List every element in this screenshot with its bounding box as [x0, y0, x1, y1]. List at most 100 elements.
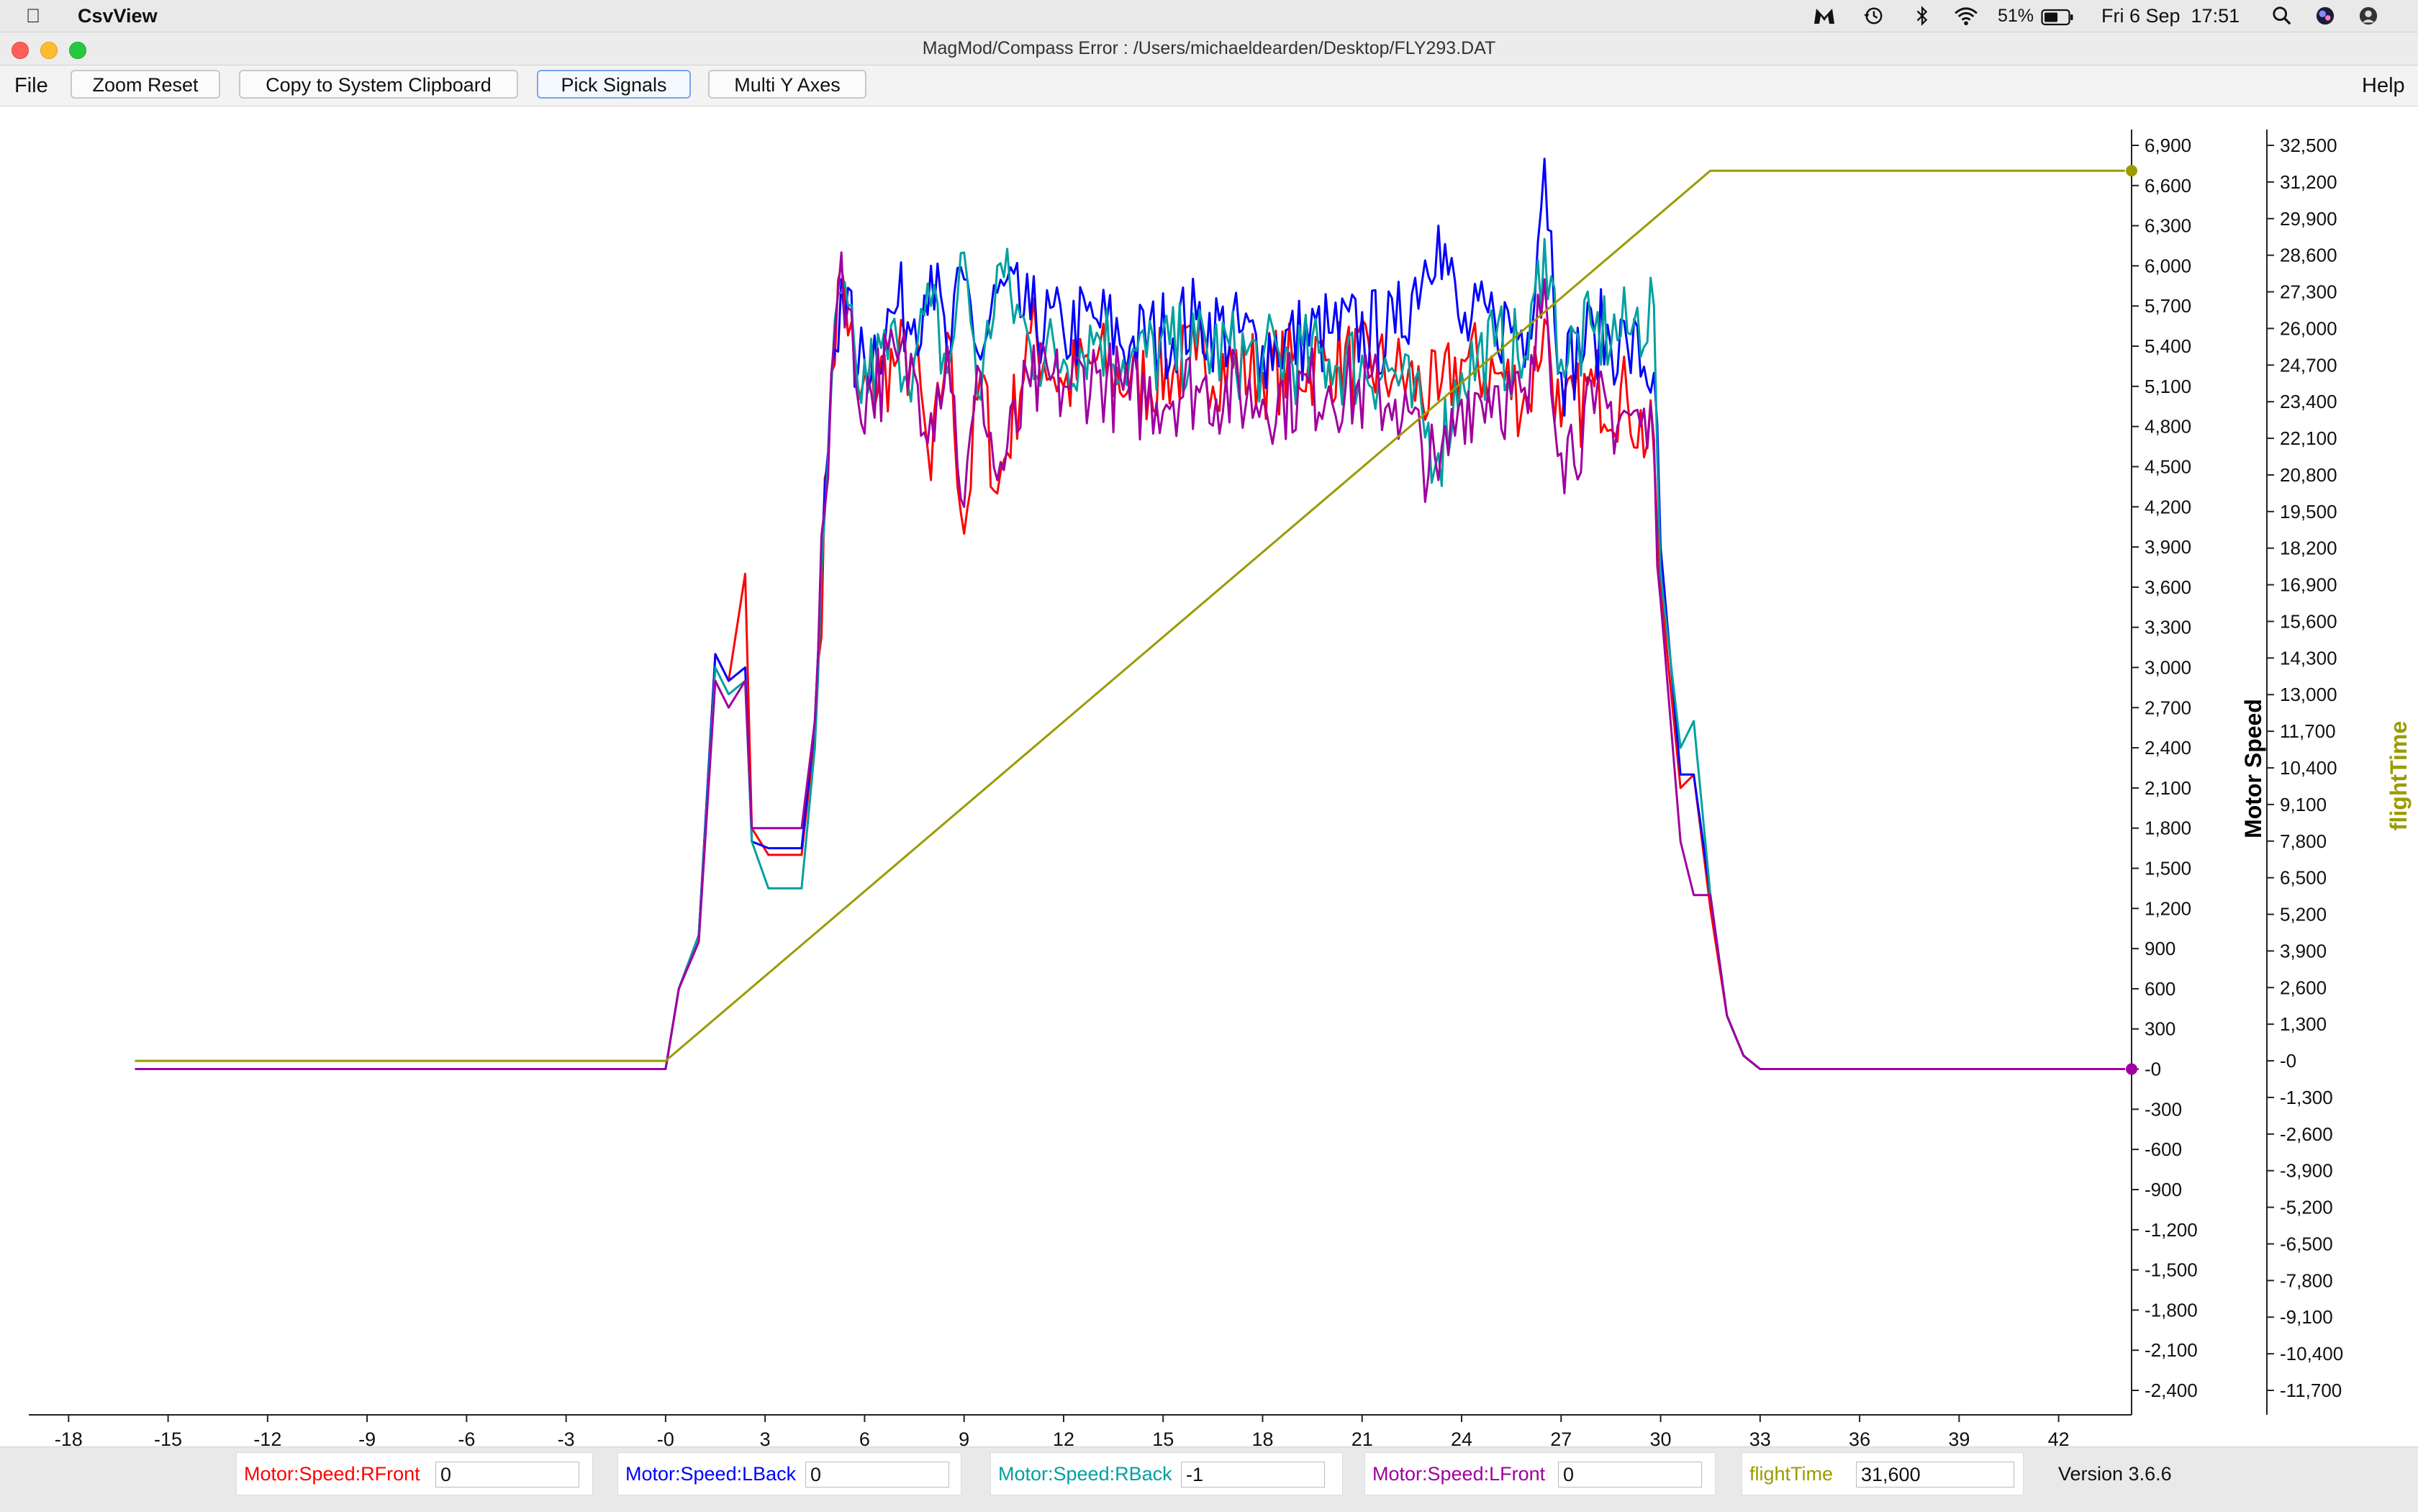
- zoom-reset-button[interactable]: Zoom Reset: [71, 70, 220, 99]
- y-tick-label: 1,300: [2280, 1013, 2327, 1035]
- flighttime-end-marker: [2126, 165, 2137, 177]
- window-title: MagMod/Compass Error : /Users/michaeldea…: [922, 38, 1496, 58]
- copy-clipboard-button[interactable]: Copy to System Clipboard: [239, 70, 518, 99]
- signal-label: Motor:Speed:RFront: [244, 1463, 420, 1485]
- y-tick-label: 1,200: [2145, 897, 2191, 919]
- signal-label: Motor:Speed:LBack: [625, 1463, 797, 1485]
- y-tick-label: -300: [2145, 1098, 2182, 1120]
- x-tick-label: 24: [1451, 1429, 1472, 1447]
- malwarebytes-icon[interactable]: [1812, 6, 1837, 26]
- y-tick-label: -11,700: [2280, 1380, 2342, 1401]
- y-tick-label: -1,500: [2145, 1259, 2198, 1281]
- y-tick-label: 29,900: [2280, 208, 2337, 230]
- y-tick-label: 10,400: [2280, 757, 2337, 779]
- y-tick-label: -1,300: [2280, 1087, 2333, 1108]
- apple-icon[interactable]: : [26, 0, 40, 32]
- flighttime-axis-label: flightTime: [2386, 721, 2412, 830]
- y-tick-label: -7,800: [2280, 1269, 2333, 1291]
- signal-value-field[interactable]: 31,600: [1856, 1462, 2014, 1488]
- y-tick-label: -900: [2145, 1179, 2182, 1200]
- time-machine-icon[interactable]: [1861, 6, 1885, 26]
- y-tick-label: 3,300: [2145, 617, 2191, 638]
- y-tick-label: 6,000: [2145, 255, 2191, 276]
- signal-value-field[interactable]: 0: [805, 1462, 949, 1488]
- y-tick-label: -600: [2145, 1138, 2182, 1160]
- x-tick-label: 36: [1849, 1429, 1870, 1447]
- app-menu[interactable]: CsvView: [78, 0, 158, 32]
- clock[interactable]: Fri 6 Sep 17:51: [2101, 0, 2240, 32]
- y-tick-label: 5,100: [2145, 376, 2191, 397]
- y-tick-label: -2,100: [2145, 1339, 2198, 1361]
- y-tick-label: -5,200: [2280, 1197, 2333, 1218]
- y-tick-label: 20,800: [2280, 464, 2337, 486]
- y-tick-label: 2,100: [2145, 777, 2191, 799]
- y-tick-label: -0: [2145, 1059, 2161, 1080]
- x-tick-label: 3: [760, 1429, 771, 1447]
- x-tick-label: 39: [1948, 1429, 1970, 1447]
- x-tick-label: -9: [358, 1429, 376, 1447]
- y-tick-label: -3,900: [2280, 1160, 2333, 1182]
- motor-speed-chart[interactable]: -18 -15 -12 -9 -6 -3 -0 3 6 9 12 15 18 21 24 27 30 33 36 39…: [0, 107, 2418, 1447]
- x-tick-label: -0: [657, 1429, 674, 1447]
- x-tick-label: -6: [458, 1429, 475, 1447]
- flighttime-axis: 32,500 31,200 29,900 28,600 27,300 26,000 24,7…: [2266, 130, 2343, 1415]
- wifi-icon[interactable]: [1952, 6, 1980, 26]
- control-center-icon[interactable]: [2314, 6, 2336, 26]
- bluetooth-icon[interactable]: [1914, 6, 1930, 26]
- y-tick-label: 27,300: [2280, 281, 2337, 303]
- y-tick-label: -0: [2280, 1050, 2296, 1072]
- signal-rfront: Motor:Speed:RFront 0: [236, 1452, 593, 1495]
- y-tick-label: 4,500: [2145, 456, 2191, 477]
- y-tick-label: 15,600: [2280, 610, 2337, 632]
- search-icon[interactable]: [2271, 6, 2293, 26]
- x-tick-label: 21: [1351, 1429, 1373, 1447]
- motor-speed-axis-label: Motor Speed: [2240, 699, 2266, 838]
- file-menu[interactable]: File: [14, 65, 48, 106]
- x-tick-label: 9: [959, 1429, 969, 1447]
- y-tick-label: 31,200: [2280, 171, 2337, 193]
- menu-bar:  CsvView 51% Fri 6 Sep 17:51: [0, 0, 2418, 32]
- signal-flighttime: flightTime 31,600: [1742, 1452, 2024, 1495]
- toolbar: File Zoom Reset Copy to System Clipboard…: [0, 65, 2418, 107]
- y-tick-label: 28,600: [2280, 245, 2337, 266]
- y-tick-label: 3,900: [2280, 940, 2327, 961]
- y-tick-label: -9,100: [2280, 1306, 2333, 1328]
- y-tick-label: 5,200: [2280, 904, 2327, 925]
- signal-value-field[interactable]: 0: [1558, 1462, 1702, 1488]
- series-line-3: [135, 251, 2125, 1070]
- x-tick-label: 30: [1650, 1429, 1672, 1447]
- signal-value-field[interactable]: 0: [435, 1462, 579, 1488]
- y-tick-label: -2,400: [2145, 1380, 2198, 1401]
- y-tick-label: 32,500: [2280, 135, 2337, 156]
- y-tick-label: 2,700: [2145, 697, 2191, 718]
- y-tick-label: -1,200: [2145, 1219, 2198, 1241]
- version-label: Version 3.6.6: [2058, 1463, 2172, 1485]
- y-tick-label: 1,800: [2145, 818, 2191, 839]
- motor-speed-end-marker: [2126, 1063, 2137, 1075]
- y-tick-label: -10,400: [2280, 1343, 2343, 1364]
- signal-value-field[interactable]: -1: [1181, 1462, 1325, 1488]
- siri-icon[interactable]: [2358, 6, 2379, 26]
- signal-label: Motor:Speed:LFront: [1372, 1463, 1546, 1485]
- battery-icon[interactable]: [2041, 7, 2074, 27]
- x-tick-label: 18: [1251, 1429, 1273, 1447]
- x-tick-label: -12: [253, 1429, 281, 1447]
- y-tick-label: 23,400: [2280, 391, 2337, 412]
- y-tick-label: 19,500: [2280, 501, 2337, 522]
- y-tick-label: 6,900: [2145, 135, 2191, 156]
- pick-signals-button[interactable]: Pick Signals: [537, 70, 691, 99]
- y-tick-label: 5,700: [2145, 295, 2191, 317]
- y-tick-label: 4,800: [2145, 416, 2191, 438]
- y-tick-label: 11,700: [2280, 720, 2336, 742]
- y-tick-label: 900: [2145, 938, 2175, 959]
- x-tick-label: -18: [55, 1429, 83, 1447]
- signal-rback: Motor:Speed:RBack -1: [990, 1452, 1343, 1495]
- y-tick-label: 22,100: [2280, 427, 2337, 449]
- help-menu[interactable]: Help: [2362, 65, 2405, 106]
- x-tick-label: -3: [558, 1429, 575, 1447]
- y-tick-label: 24,700: [2280, 354, 2337, 376]
- y-tick-label: 600: [2145, 978, 2175, 1000]
- y-tick-label: 9,100: [2280, 794, 2327, 815]
- multi-y-axes-button[interactable]: Multi Y Axes: [708, 70, 866, 99]
- battery-percent: 51%: [1998, 6, 2034, 26]
